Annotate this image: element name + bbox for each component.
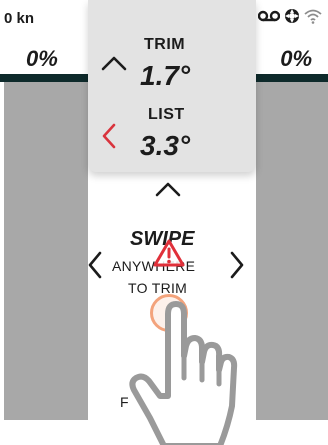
right-tab-column[interactable] — [256, 82, 328, 420]
speed-readout: 0 kn — [4, 10, 35, 27]
left-tab-column[interactable] — [4, 82, 88, 420]
hidden-text-fragment: F — [120, 394, 129, 410]
right-tab-percent: 0% — [280, 46, 312, 71]
trim-up-chevron-icon[interactable] — [100, 54, 128, 77]
swipe-up-chevron-icon — [154, 180, 182, 203]
right-tab-indicator — [256, 74, 328, 82]
trim-label: TRIM — [144, 36, 186, 53]
list-label: LIST — [148, 106, 185, 123]
left-tab-percent: 0% — [26, 46, 58, 71]
list-left-chevron-icon[interactable] — [100, 122, 118, 155]
warning-icon — [152, 238, 186, 273]
swipe-right-chevron-icon — [228, 250, 246, 285]
trim-list-card: TRIM 1.7° LIST 3.3° — [88, 0, 256, 172]
trim-value: 1.7° — [140, 60, 191, 91]
left-tab-indicator — [0, 74, 88, 82]
lifebuoy-icon — [284, 8, 300, 24]
list-value: 3.3° — [140, 130, 191, 161]
status-icons — [258, 8, 322, 24]
voicemail-icon — [258, 9, 280, 23]
wifi-icon — [304, 8, 322, 24]
swipe-left-chevron-icon — [86, 250, 104, 285]
pointing-hand-icon — [124, 286, 246, 445]
